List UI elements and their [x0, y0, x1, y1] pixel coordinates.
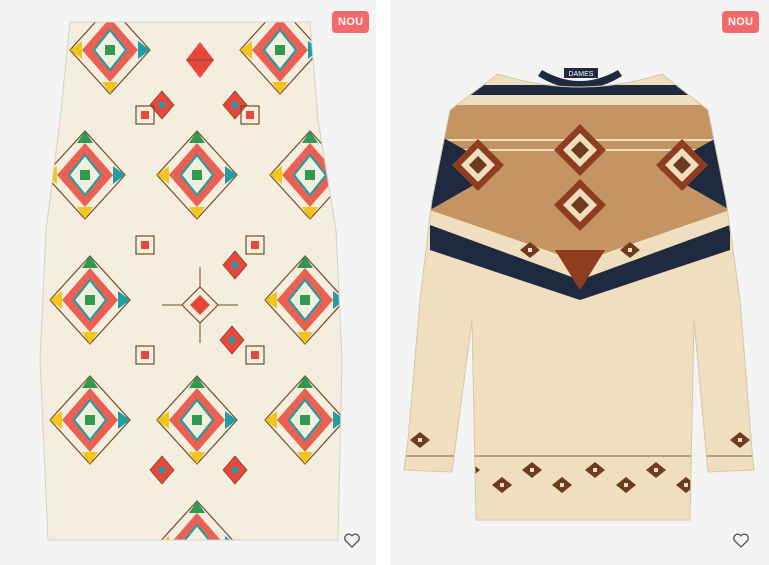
- new-badge: NOU: [332, 11, 370, 33]
- product-image-blouse[interactable]: DAMES: [390, 0, 769, 565]
- product-image-skirt[interactable]: [0, 0, 376, 565]
- product-card-blouse[interactable]: DAMES NOU: [390, 0, 769, 565]
- product-card-skirt[interactable]: NOU: [0, 0, 376, 565]
- garment-label: DAMES: [569, 71, 594, 78]
- wishlist-heart-icon[interactable]: [731, 530, 751, 550]
- wishlist-heart-icon[interactable]: [342, 530, 362, 550]
- new-badge: NOU: [722, 11, 760, 33]
